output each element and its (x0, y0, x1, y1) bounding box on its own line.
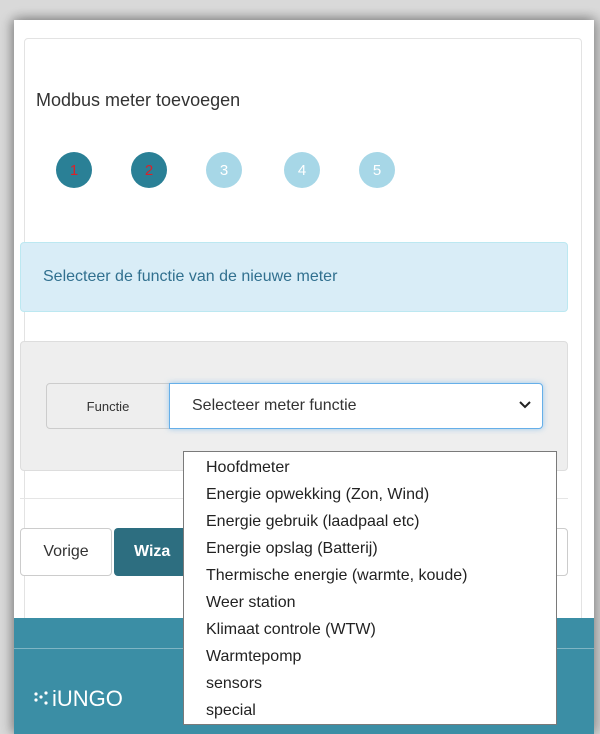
functie-label: Functie (46, 383, 170, 429)
select-value: Selecteer meter functie (192, 397, 357, 414)
option-sensors[interactable]: sensors (184, 670, 556, 697)
step-4: 4 (284, 152, 320, 188)
iungo-logo: iUNGO (34, 686, 123, 712)
option-thermische-energie[interactable]: Thermische energie (warmte, koude) (184, 562, 556, 589)
info-alert: Selecteer de functie van de nieuwe meter (20, 242, 568, 312)
logo-text: iUNGO (52, 686, 123, 711)
logo-dots-icon (34, 686, 52, 712)
option-energie-opwekking[interactable]: Energie opwekking (Zon, Wind) (184, 481, 556, 508)
option-energie-gebruik[interactable]: Energie gebruik (laadpaal etc) (184, 508, 556, 535)
step-2: 2 (131, 152, 167, 188)
step-5: 5 (359, 152, 395, 188)
step-1: 1 (56, 152, 92, 188)
dialog-title: Modbus meter toevoegen (36, 90, 241, 110)
info-text: Selecteer de functie van de nieuwe meter (43, 268, 338, 285)
option-weer-station[interactable]: Weer station (184, 589, 556, 616)
functie-dropdown-list: Hoofdmeter Energie opwekking (Zon, Wind)… (183, 451, 557, 725)
option-hoofdmeter[interactable]: Hoofdmeter (184, 454, 556, 481)
option-energie-opslag[interactable]: Energie opslag (Batterij) (184, 535, 556, 562)
chevron-down-icon (518, 397, 532, 416)
step-3: 3 (206, 152, 242, 188)
functie-select[interactable]: Selecteer meter functie (169, 383, 543, 429)
option-special[interactable]: special (184, 697, 556, 724)
option-klimaat-controle[interactable]: Klimaat controle (WTW) (184, 616, 556, 643)
previous-button[interactable]: Vorige (20, 528, 112, 576)
option-warmtepomp[interactable]: Warmtepomp (184, 643, 556, 670)
